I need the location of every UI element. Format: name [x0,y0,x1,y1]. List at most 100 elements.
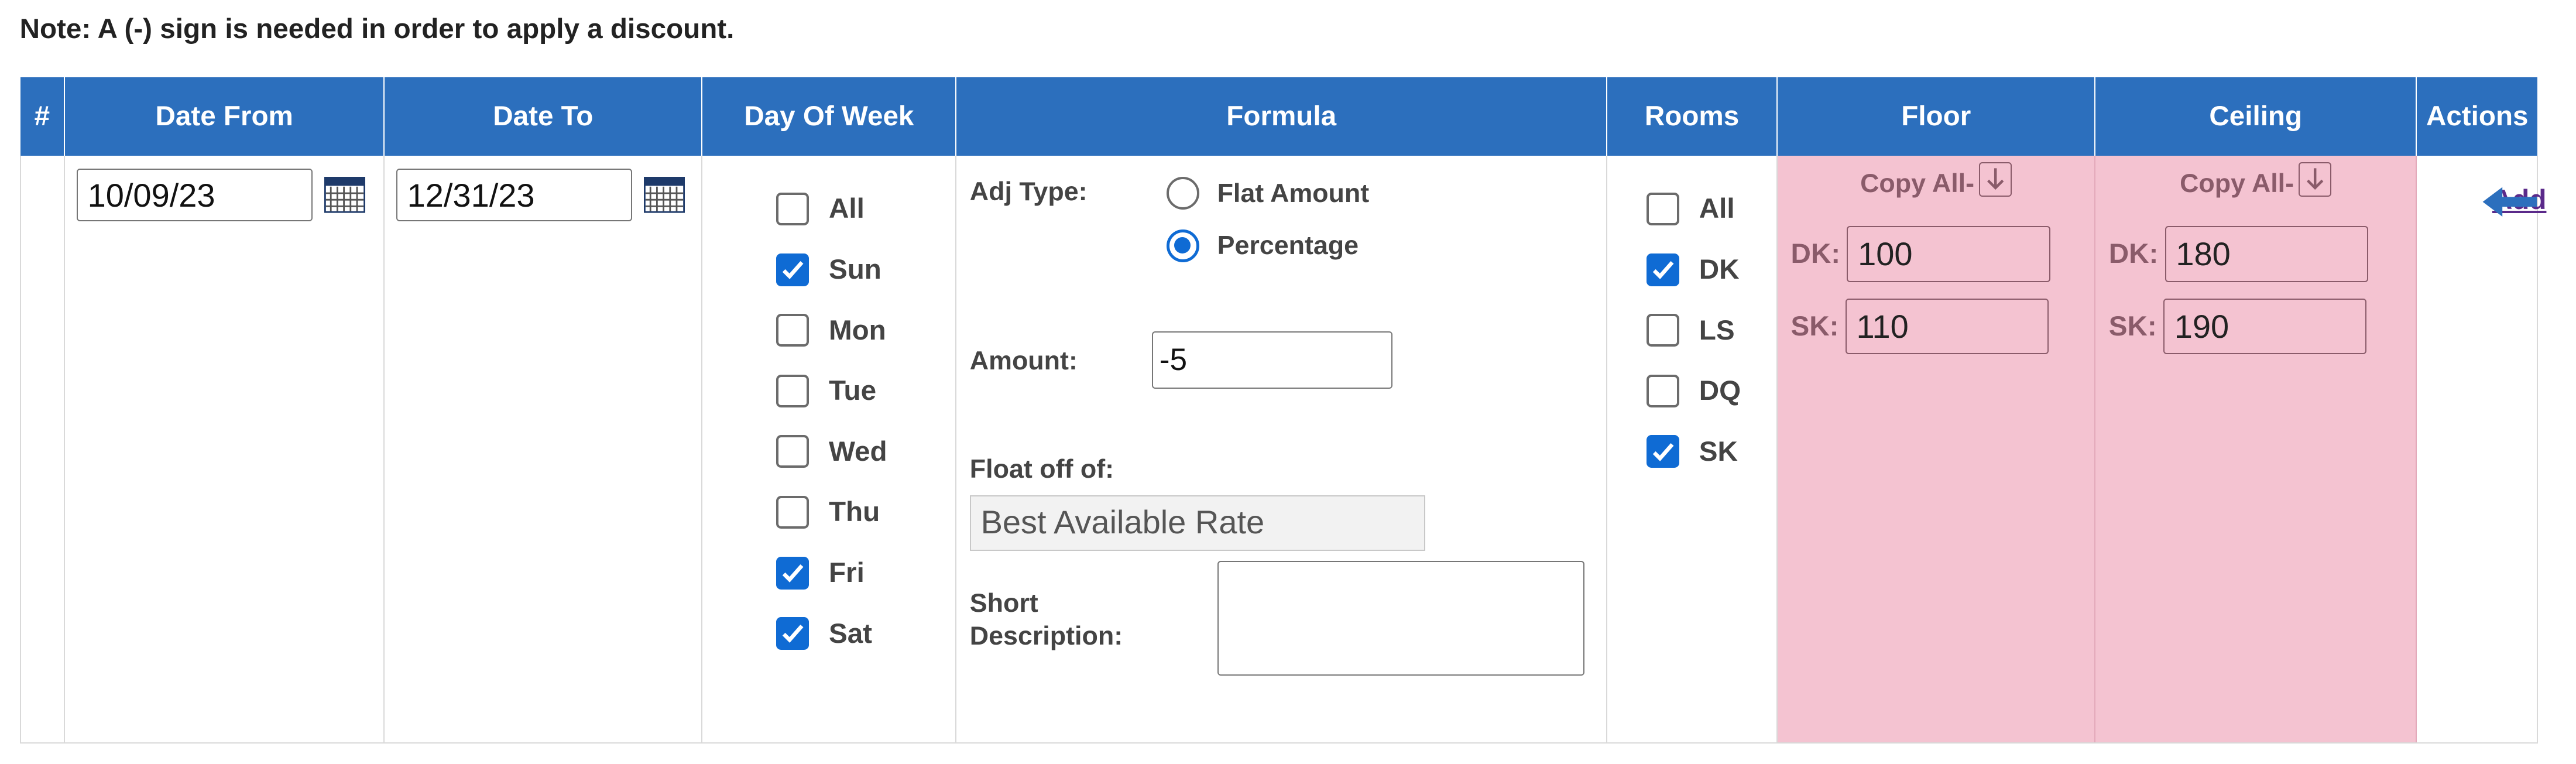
flat-amount-label: Flat Amount [1217,178,1370,208]
row-number-cell [19,155,66,744]
ceiling-cell: Copy All- DK: SK: [2095,155,2417,744]
floor-dk-row: DK: [1791,226,2050,282]
adj-option-flat-amount[interactable]: Flat Amount [1166,177,1370,210]
actions-cell: Add [2416,155,2546,744]
day-checkbox[interactable] [776,617,809,650]
floor-dk-input[interactable] [1847,226,2050,282]
short-description-label-line1: Short [969,588,1038,618]
day-checkbox[interactable] [776,556,809,590]
room-label: DQ [1699,375,1741,407]
day-checkbox[interactable] [776,435,809,468]
room-label: DK [1699,254,1740,286]
percentage-radio[interactable] [1166,229,1199,262]
rate-table: # Date From Date To Day Of Week Formula … [19,77,2546,744]
calendar-icon[interactable] [324,177,365,213]
floor-sk-row: SK: [1790,298,2049,354]
floor-cell: Copy All- DK: SK: [1777,155,2096,744]
adj-type-label: Adj Type: [969,177,1088,207]
room-checkbox[interactable] [1647,374,1680,407]
ceiling-dk-input[interactable] [2165,226,2368,282]
float-off-label: Float off of: [969,454,1114,484]
room-option-dk[interactable]: DK [1647,239,1741,300]
floor-dk-label: DK: [1790,238,1841,270]
col-header-rooms: Rooms [1606,77,1778,156]
room-label: All [1699,193,1735,225]
ceiling-dk-row: DK: [2109,226,2368,282]
short-description-textarea[interactable] [1217,560,1584,676]
day-checkbox-list: All Sun Mon Tue Wed Thu Fri Sat [776,179,887,664]
room-checkbox-list: All DK LS DQ SK [1647,179,1741,482]
ceiling-sk-label: SK: [2108,310,2157,342]
col-header-date-to: Date To [384,77,703,156]
discount-note: Note: A (-) sign is needed in order to a… [19,13,735,45]
room-label: SK [1699,436,1738,467]
date-to-cell [384,155,703,744]
room-checkbox[interactable] [1647,253,1680,286]
day-option-wed[interactable]: Wed [776,422,887,482]
day-checkbox[interactable] [776,192,809,225]
room-option-dq[interactable]: DQ [1647,361,1741,422]
day-option-sun[interactable]: Sun [776,239,887,300]
col-header-date-from: Date From [64,77,385,156]
amount-label: Amount: [969,345,1078,375]
ceiling-sk-input[interactable] [2163,298,2367,354]
room-checkbox[interactable] [1647,192,1680,225]
percentage-label: Percentage [1217,231,1359,261]
room-checkbox[interactable] [1647,435,1680,468]
table-row: All Sun Mon Tue Wed Thu Fri Sat Adj Type… [19,155,2546,744]
day-label: Fri [828,557,865,589]
day-checkbox[interactable] [776,374,809,407]
day-label: Mon [828,314,886,346]
date-from-input[interactable] [76,169,313,221]
amount-input[interactable] [1151,331,1393,389]
copy-all-label: Copy All- [2180,169,2294,198]
col-header-ceiling: Ceiling [2095,77,2417,156]
col-header-actions: Actions [2416,77,2538,156]
day-label: Thu [828,496,880,528]
adj-option-percentage[interactable]: Percentage [1166,229,1359,262]
room-checkbox[interactable] [1647,314,1680,347]
day-of-week-cell: All Sun Mon Tue Wed Thu Fri Sat [702,155,957,744]
floor-sk-input[interactable] [1845,298,2049,354]
calendar-icon[interactable] [643,177,685,213]
table-header-row: # Date From Date To Day Of Week Formula … [20,77,2538,156]
col-header-floor: Floor [1777,77,2096,156]
day-option-sat[interactable]: Sat [776,603,887,664]
day-checkbox[interactable] [776,495,809,529]
room-option-all[interactable]: All [1647,179,1741,239]
room-option-sk[interactable]: SK [1647,422,1741,482]
room-label: LS [1699,314,1735,346]
short-description-label-line2: Description: [969,621,1123,651]
date-from-cell [64,155,385,744]
ceiling-copy-all: Copy All- [2095,162,2416,203]
day-checkbox[interactable] [776,253,809,286]
day-label: All [828,193,865,225]
room-option-ls[interactable]: LS [1647,300,1741,361]
formula-cell: Adj Type: Flat Amount Percentage Amount:… [956,155,1607,744]
day-label: Wed [828,436,887,467]
col-header-day-of-week: Day Of Week [702,77,957,156]
day-option-all[interactable]: All [776,179,887,239]
day-checkbox[interactable] [776,314,809,347]
flat-amount-radio[interactable] [1166,177,1199,210]
floor-copy-all: Copy All- [1778,162,2094,203]
copy-all-label: Copy All- [1860,169,1975,198]
rooms-cell: All DK LS DQ SK [1606,155,1778,744]
copy-down-icon[interactable] [1979,162,2012,197]
day-option-thu[interactable]: Thu [776,482,887,543]
day-label: Sat [828,618,873,649]
col-header-formula: Formula [956,77,1607,156]
ceiling-dk-label: DK: [2108,238,2159,270]
copy-down-icon[interactable] [2299,162,2332,197]
day-option-mon[interactable]: Mon [776,300,887,361]
date-to-input[interactable] [396,169,632,221]
ceiling-sk-row: SK: [2108,298,2367,354]
arrow-left-icon [2482,187,2537,217]
day-label: Sun [828,254,881,286]
float-off-field: Best Available Rate [969,495,1426,551]
floor-sk-label: SK: [1790,310,1839,342]
day-option-fri[interactable]: Fri [776,543,887,604]
day-label: Tue [828,375,877,407]
col-header-number: # [20,77,66,156]
day-option-tue[interactable]: Tue [776,361,887,422]
